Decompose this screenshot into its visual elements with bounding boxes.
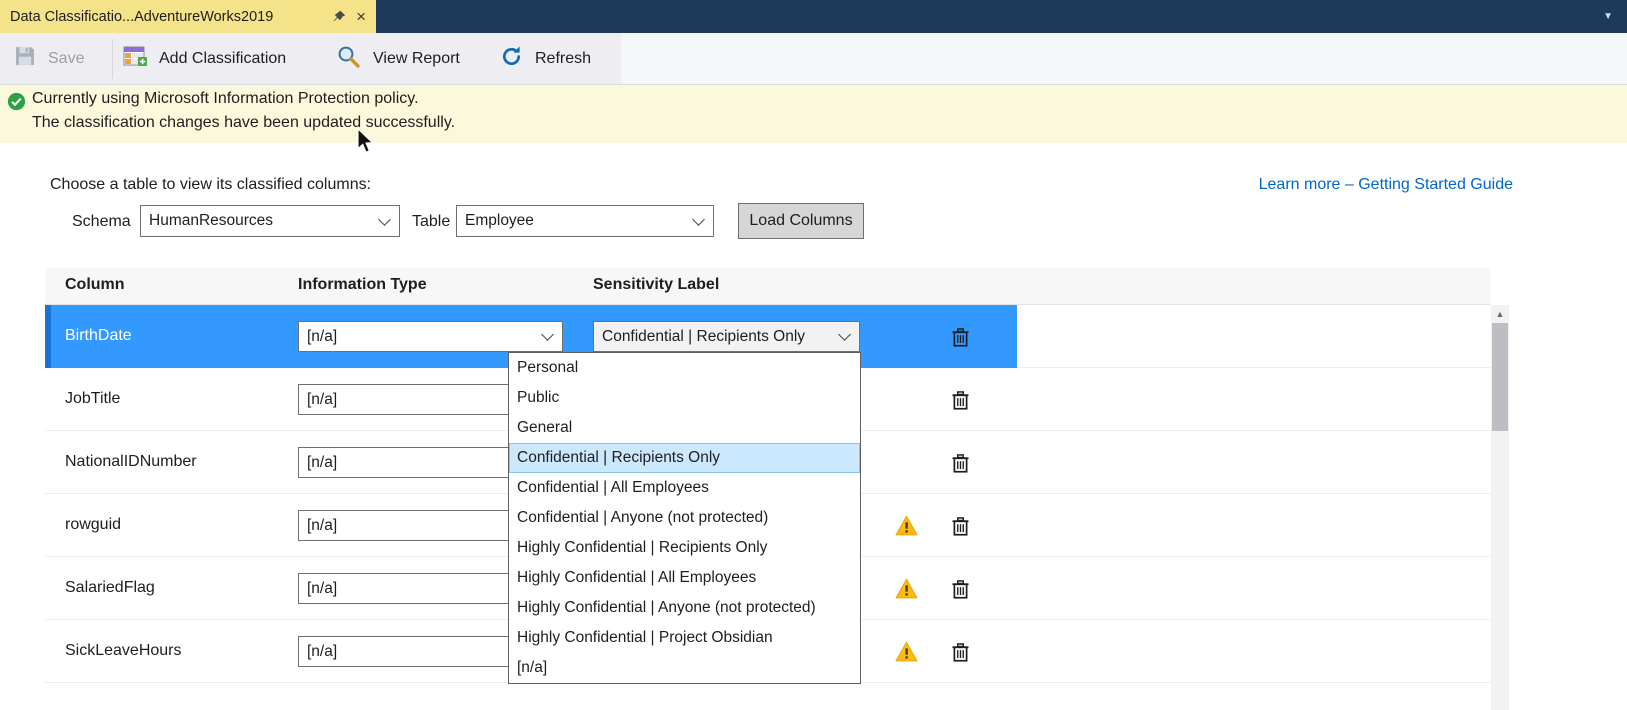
dropdown-option[interactable]: Highly Confidential | Anyone (not protec… — [509, 593, 860, 623]
schema-dropdown[interactable]: HumanResources — [140, 205, 400, 237]
row-selection-accent — [45, 305, 51, 368]
sensitivity-label-dropdown[interactable]: Confidential | Recipients Only — [593, 321, 860, 352]
view-report-button[interactable]: View Report — [336, 33, 460, 84]
column-name: SickLeaveHours — [65, 620, 182, 682]
dropdown-option[interactable]: Highly Confidential | Project Obsidian — [509, 623, 860, 653]
delete-classification-button[interactable] — [948, 577, 972, 601]
information-type-value: [n/a] — [307, 517, 337, 535]
vertical-scrollbar[interactable]: ▲ — [1491, 305, 1509, 710]
table-label: Table — [412, 213, 450, 231]
chevron-down-icon — [838, 328, 851, 341]
save-label: Save — [48, 50, 84, 68]
dropdown-option[interactable]: General — [509, 413, 860, 443]
dropdown-option[interactable]: [n/a] — [509, 653, 860, 683]
success-check-icon — [7, 92, 26, 111]
warning-icon — [895, 641, 918, 662]
save-button[interactable]: Save — [14, 33, 84, 84]
delete-classification-button[interactable] — [948, 514, 972, 538]
chevron-down-icon — [378, 213, 391, 226]
chevron-down-icon — [541, 328, 554, 341]
policy-info-bar: Currently using Microsoft Information Pr… — [0, 85, 1627, 143]
toolbar-separator — [112, 39, 113, 79]
data-classification-window: Data Classificatio...AdventureWorks2019 … — [0, 0, 1627, 710]
magnifier-icon — [336, 44, 361, 74]
information-type-value: [n/a] — [307, 328, 337, 346]
document-tab-strip: Data Classificatio...AdventureWorks2019 … — [0, 0, 1627, 33]
dropdown-option-selected[interactable]: Confidential | Recipients Only — [509, 443, 860, 473]
column-name: JobTitle — [65, 368, 120, 430]
pin-icon[interactable] — [333, 10, 346, 23]
dropdown-option[interactable]: Confidential | Anyone (not protected) — [509, 503, 860, 533]
information-type-value: [n/a] — [307, 391, 337, 409]
save-icon — [14, 45, 36, 72]
close-icon[interactable]: × — [356, 8, 366, 25]
dropdown-option[interactable]: Personal — [509, 353, 860, 383]
mouse-cursor — [356, 128, 374, 159]
column-name: SalariedFlag — [65, 557, 155, 619]
view-report-label: View Report — [373, 50, 460, 68]
dropdown-option[interactable]: Highly Confidential | Recipients Only — [509, 533, 860, 563]
header-column: Column — [65, 276, 125, 294]
dropdown-option[interactable]: Highly Confidential | All Employees — [509, 563, 860, 593]
delete-classification-button[interactable] — [948, 388, 972, 412]
scrollbar-up-arrow-icon[interactable]: ▲ — [1491, 305, 1509, 322]
tab-title: Data Classificatio...AdventureWorks2019 — [10, 9, 327, 25]
warning-icon — [895, 515, 918, 536]
delete-classification-button[interactable] — [948, 640, 972, 664]
column-name: BirthDate — [65, 305, 132, 367]
information-type-value: [n/a] — [307, 580, 337, 598]
refresh-button[interactable]: Refresh — [500, 33, 591, 84]
info-message-line2: The classification changes have been upd… — [32, 114, 455, 132]
information-type-dropdown[interactable]: [n/a] — [298, 321, 563, 352]
table-dropdown-value: Employee — [465, 212, 534, 230]
tab-list-caret-icon[interactable]: ▼ — [1603, 11, 1613, 22]
learn-more-link[interactable]: Learn more – Getting Started Guide — [1259, 176, 1513, 194]
info-message-line1: Currently using Microsoft Information Pr… — [32, 90, 419, 108]
add-classification-label: Add Classification — [159, 50, 286, 68]
sensitivity-dropdown-popup: Personal Public General Confidential | R… — [508, 352, 861, 684]
column-name: rowguid — [65, 494, 121, 556]
dropdown-option[interactable]: Confidential | All Employees — [509, 473, 860, 503]
column-name: NationalIDNumber — [65, 431, 197, 493]
delete-classification-button[interactable] — [948, 451, 972, 475]
refresh-icon — [500, 45, 523, 73]
delete-classification-button[interactable] — [948, 325, 972, 349]
load-columns-button[interactable]: Load Columns — [738, 203, 864, 239]
scrollbar-thumb[interactable] — [1492, 323, 1508, 431]
tab-data-classification[interactable]: Data Classificatio...AdventureWorks2019 … — [0, 0, 376, 33]
header-information-type: Information Type — [298, 276, 427, 294]
sensitivity-label-value: Confidential | Recipients Only — [602, 328, 805, 346]
toolbar-empty-area — [621, 33, 1627, 84]
header-sensitivity-label: Sensitivity Label — [593, 276, 719, 294]
schema-label: Schema — [72, 213, 131, 231]
dropdown-option[interactable]: Public — [509, 383, 860, 413]
warning-icon — [895, 578, 918, 599]
table-dropdown[interactable]: Employee — [456, 205, 714, 237]
refresh-label: Refresh — [535, 50, 591, 68]
grid-header-row: Column Information Type Sensitivity Labe… — [45, 268, 1491, 305]
information-type-value: [n/a] — [307, 454, 337, 472]
choose-table-label: Choose a table to view its classified co… — [50, 176, 371, 194]
chevron-down-icon — [692, 213, 705, 226]
add-classification-icon — [122, 44, 147, 73]
toolbar: Save Add Classification View Report Refr… — [0, 33, 1627, 85]
add-classification-button[interactable]: Add Classification — [122, 33, 286, 84]
information-type-value: [n/a] — [307, 643, 337, 661]
schema-dropdown-value: HumanResources — [149, 212, 273, 230]
